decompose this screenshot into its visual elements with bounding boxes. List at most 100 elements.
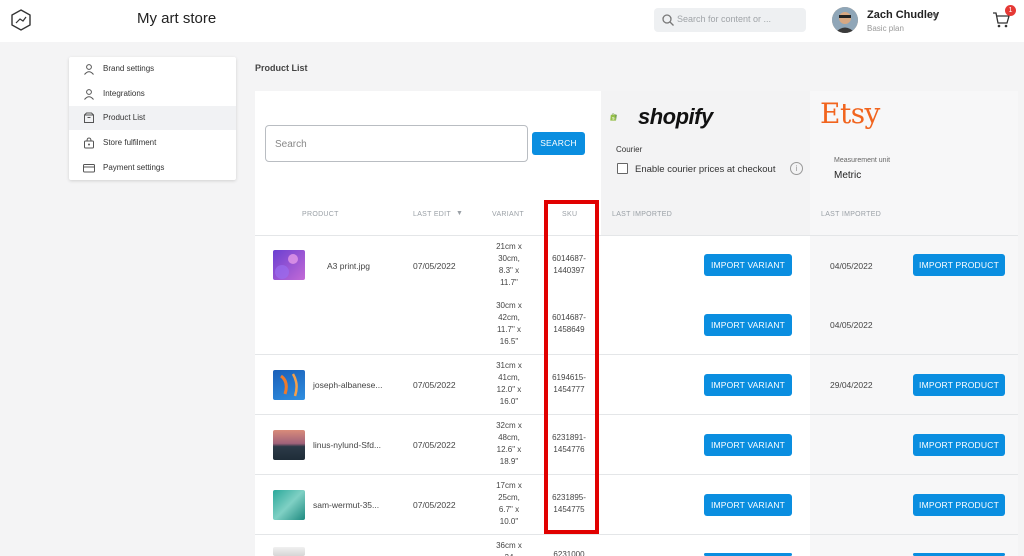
divider — [255, 235, 1018, 236]
variant-line: 24 — [487, 552, 531, 556]
sidebar-item-label: Payment settings — [103, 163, 165, 172]
last-edit-date: 07/05/2022 — [413, 380, 456, 390]
product-thumbnail[interactable] — [273, 430, 305, 460]
product-thumbnail[interactable] — [273, 547, 305, 556]
variant-line: 42cm, — [498, 313, 520, 322]
divider — [255, 414, 1018, 415]
column-header-variant: VARIANT — [492, 211, 524, 218]
user-icon — [84, 89, 94, 100]
variant-line: 6.7" x — [498, 505, 520, 514]
product-name[interactable]: linus-nylund-Sfd... — [313, 440, 381, 450]
last-edit-date: 07/05/2022 — [413, 261, 456, 271]
product-name[interactable]: sam-wermut-35... — [313, 500, 379, 510]
sidebar-item-label: Integrations — [103, 89, 145, 98]
chevron-down-icon[interactable]: ▼ — [931, 11, 939, 20]
variant-line: 21cm x — [496, 242, 522, 251]
product-thumbnail[interactable] — [273, 250, 305, 280]
cart-count-badge: 1 — [1005, 5, 1016, 16]
box-icon — [84, 112, 94, 123]
divider — [255, 354, 1018, 355]
courier-prices-checkbox[interactable] — [617, 163, 628, 174]
import-variant-button[interactable]: IMPORT VARIANT — [704, 254, 792, 276]
measurement-unit-value[interactable]: Metric — [834, 170, 861, 181]
variant-line: 41cm, — [498, 373, 520, 382]
import-product-button[interactable]: IMPORT PRODUCT — [913, 374, 1005, 396]
variant-line: 10.0" — [499, 517, 519, 526]
search-icon — [662, 14, 674, 26]
column-header-last-edit[interactable]: LAST EDIT — [413, 211, 451, 218]
sku-value: 6231000 — [547, 549, 591, 556]
variant-line: 31cm x — [496, 361, 522, 370]
sidebar-item-label: Store fulfilment — [103, 138, 157, 147]
variant-line: 16.0" — [499, 397, 519, 406]
import-variant-button[interactable]: IMPORT VARIANT — [704, 314, 792, 336]
variant-line: 36cm x — [496, 541, 522, 550]
variant-size: 31cm x 41cm, 12.0" x 16.0" — [487, 360, 531, 408]
info-icon[interactable]: i — [790, 162, 803, 175]
variant-line: 25cm, — [498, 493, 520, 502]
import-product-button[interactable]: IMPORT PRODUCT — [913, 494, 1005, 516]
import-product-button[interactable]: IMPORT PRODUCT — [913, 254, 1005, 276]
variant-line: 30cm x — [496, 301, 522, 310]
variant-line: 11.7" — [500, 278, 518, 287]
variant-size: 17cm x 25cm, 6.7" x 10.0" — [487, 480, 531, 528]
variant-line: 16.5" — [499, 337, 519, 346]
last-edit-date: 07/05/2022 — [413, 500, 456, 510]
global-search-input[interactable]: Search for content or ... — [654, 8, 806, 32]
card-icon — [83, 164, 95, 173]
sidebar-item-store-fulfilment[interactable]: Store fulfilment — [69, 131, 236, 155]
variant-size: 32cm x 48cm, 12.6" x 18.9" — [487, 420, 531, 468]
product-thumbnail[interactable] — [273, 490, 305, 520]
variant-line: 11.7" x — [496, 325, 522, 334]
import-product-button[interactable]: IMPORT PRODUCT — [913, 434, 1005, 456]
product-name[interactable]: A3 print.jpg — [327, 261, 370, 271]
sidebar-item-label: Product List — [103, 113, 146, 122]
column-header-product[interactable]: PRODUCT — [302, 211, 339, 218]
app-logo-icon[interactable] — [11, 9, 31, 31]
variant-line: 12.0" x — [496, 385, 522, 394]
variant-size: 21cm x 30cm, 8.3" x 11.7" — [487, 241, 531, 289]
product-name[interactable]: joseph-albanese... — [313, 380, 382, 390]
sidebar-item-label: Brand settings — [103, 64, 155, 73]
variant-size: 30cm x 42cm, 11.7" x 16.5" — [487, 300, 531, 348]
column-header-etsy-last-imported: LAST IMPORTED — [821, 211, 882, 218]
import-variant-button[interactable]: IMPORT VARIANT — [704, 374, 792, 396]
sidebar-item-integrations[interactable]: Integrations — [69, 82, 236, 106]
store-icon — [84, 137, 94, 149]
sku-line: 6231000 — [553, 550, 585, 556]
variant-line: 12.6" x — [496, 445, 522, 454]
courier-prices-label[interactable]: Enable courier prices at checkout — [635, 164, 775, 175]
variant-line: 48cm, — [498, 433, 520, 442]
variant-line: 32cm x — [496, 421, 522, 430]
shopify-logo-text: shopify — [638, 104, 713, 129]
import-variant-button[interactable]: IMPORT VARIANT — [704, 434, 792, 456]
page-title: Product List — [255, 63, 308, 73]
sidebar-item-brand-settings[interactable]: Brand settings — [69, 57, 236, 81]
app-title: My art store — [137, 10, 217, 27]
product-search-input[interactable]: Search — [265, 125, 528, 162]
product-search-placeholder: Search — [275, 139, 307, 150]
global-search-placeholder: Search for content or ... — [677, 14, 772, 24]
user-name[interactable]: Zach Chudley — [867, 9, 939, 21]
sidebar-item-product-list[interactable]: Product List — [69, 106, 236, 130]
product-thumbnail[interactable] — [273, 370, 305, 400]
etsy-logo-text: Etsy — [820, 97, 880, 130]
avatar[interactable] — [832, 7, 858, 33]
sort-down-icon[interactable]: ▼ — [456, 210, 463, 217]
column-header-shopify-last-imported: LAST IMPORTED — [612, 211, 673, 218]
variant-line: 30cm, — [498, 254, 520, 263]
sku-column-highlight — [544, 200, 599, 534]
etsy-last-imported-date: 04/05/2022 — [830, 320, 873, 330]
import-variant-button[interactable]: IMPORT VARIANT — [704, 494, 792, 516]
measurement-unit-label: Measurement unit — [834, 157, 891, 164]
sidebar-item-payment-settings[interactable]: Payment settings — [69, 156, 236, 180]
courier-label: Courier — [616, 145, 643, 154]
user-plan: Basic plan — [867, 24, 904, 33]
etsy-last-imported-date: 29/04/2022 — [830, 380, 873, 390]
sidebar-menu: Brand settings Integrations Product List… — [69, 57, 236, 180]
top-bar: My art store Search for content or ... Z… — [0, 0, 1024, 42]
last-edit-date: 07/05/2022 — [413, 440, 456, 450]
search-button[interactable]: SEARCH — [532, 132, 585, 155]
variant-size: 36cm x 24 — [487, 540, 531, 556]
divider — [255, 534, 1018, 535]
